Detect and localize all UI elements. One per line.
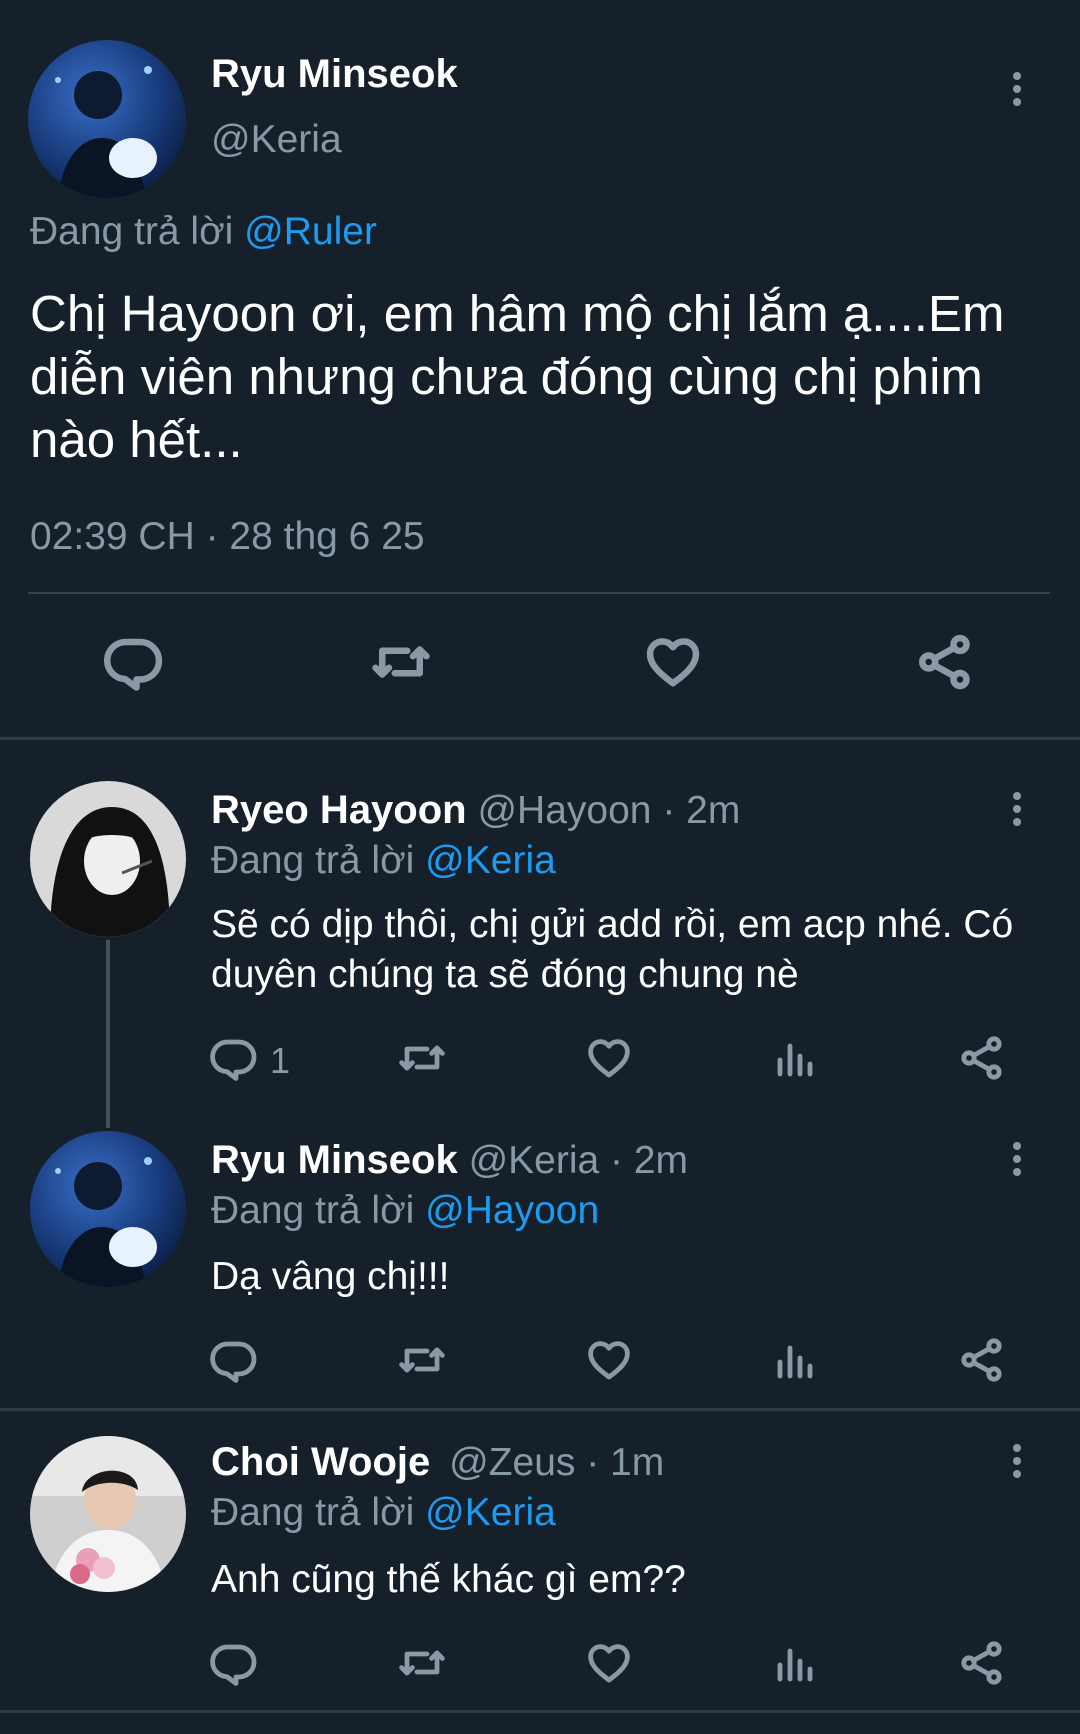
tweet-text: Chị Hayoon ơi, em hâm mộ chị lắm ạ....Em… [30,285,1005,468]
share-icon[interactable] [958,1336,1006,1384]
avatar-keria[interactable] [30,1131,186,1287]
share-icon[interactable] [958,1639,1006,1687]
retweet-icon[interactable] [398,1034,446,1082]
reply-count: 1 [270,1040,291,1081]
replying-to: Đang trả lời @Ruler [30,210,377,254]
replying-to-link[interactable]: @Keria [425,1491,556,1534]
replying-to: Đang trả lời @Keria [211,1491,556,1535]
replying-prefix: Đang trả lời [211,1189,415,1232]
replying-to-link[interactable]: @Hayoon [425,1189,599,1232]
reply-icon[interactable] [210,1336,258,1384]
reply-time: · 2m [610,1139,689,1182]
reply-header: Choi Wooje @Zeus · 1m [211,1440,664,1485]
display-name[interactable]: Ryu Minseok [211,52,458,97]
reply-icon[interactable] [210,1034,258,1082]
reply-icon[interactable] [104,632,164,692]
avatar-zeus[interactable] [30,1436,186,1592]
stats-icon[interactable] [772,1639,820,1687]
more-options-icon[interactable] [1010,1142,1024,1182]
reply-header: Ryu Minseok @Keria · 2m [211,1138,688,1183]
section-divider [0,1408,1080,1411]
replying-to: Đang trả lời @Keria [211,839,556,883]
retweet-icon[interactable] [398,1336,446,1384]
user-handle[interactable]: @Keria [469,1139,600,1182]
reply-header: Ryeo Hayoon @Hayoon · 2m [211,788,740,833]
share-icon[interactable] [958,1034,1006,1082]
stats-icon[interactable] [772,1336,820,1384]
replying-to-link[interactable]: @Keria [425,839,556,882]
display-name[interactable]: Ryu Minseok [211,1138,458,1182]
user-handle[interactable]: @Zeus [449,1441,575,1484]
replying-prefix: Đang trả lời [211,839,415,882]
retweet-icon[interactable] [398,1639,446,1687]
like-icon[interactable] [585,1034,633,1082]
thread-line [106,940,110,1128]
more-options-icon[interactable] [1010,1444,1024,1484]
reply-icon[interactable] [210,1639,258,1687]
divider [28,592,1050,594]
tweet-text: Dạ vâng chị!!! [211,1255,450,1298]
like-icon[interactable] [585,1336,633,1384]
share-icon[interactable] [915,632,975,692]
replying-prefix: Đang trả lời [211,1491,415,1534]
avatar-hayoon[interactable] [30,781,186,937]
stats-icon[interactable] [772,1034,820,1082]
avatar-keria[interactable] [28,40,186,198]
section-divider [0,737,1080,740]
like-icon[interactable] [585,1639,633,1687]
retweet-icon[interactable] [371,632,431,692]
user-handle[interactable]: @Hayoon [477,789,651,832]
reply-time: · 1m [586,1441,665,1484]
display-name[interactable]: Ryeo Hayoon [211,788,467,832]
tweet-text: Sẽ có dịp thôi, chị gửi add rồi, em acp … [211,903,1014,996]
replying-to-link[interactable]: @Ruler [244,210,377,253]
user-handle[interactable]: @Keria [211,118,342,162]
like-icon[interactable] [643,632,703,692]
section-divider [0,1710,1080,1713]
tweet-timestamp[interactable]: 02:39 CH · 28 thg 6 25 [30,515,425,559]
more-options-icon[interactable] [1010,72,1024,112]
reply-time: · 2m [662,789,741,832]
more-options-icon[interactable] [1010,792,1024,832]
replying-to: Đang trả lời @Hayoon [211,1189,599,1233]
replying-prefix: Đang trả lời [30,210,234,253]
tweet-text: Anh cũng thế khác gì em?? [211,1558,686,1601]
display-name[interactable]: Choi Wooje [211,1440,430,1484]
